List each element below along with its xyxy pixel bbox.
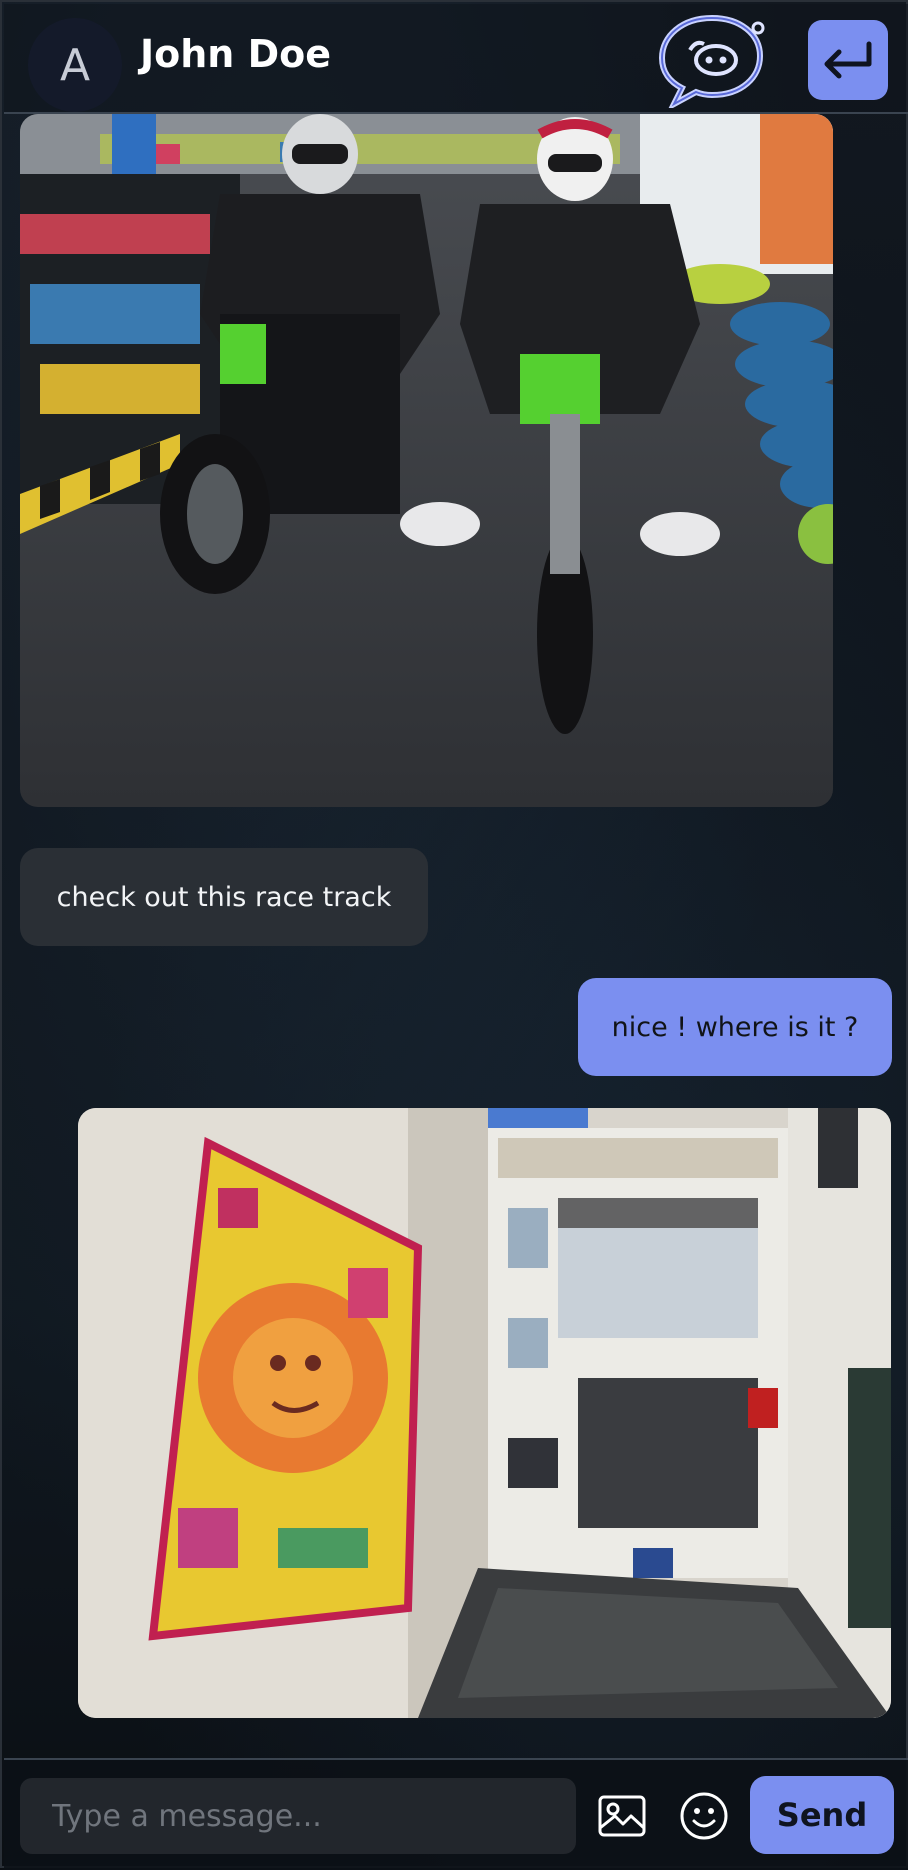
message-text: check out this race track bbox=[56, 881, 392, 913]
street-photo bbox=[78, 1108, 891, 1718]
chat-window: A John Doe check out this race track nic… bbox=[0, 0, 908, 1870]
send-button[interactable]: Send bbox=[750, 1776, 894, 1854]
message-image-street[interactable] bbox=[78, 1108, 891, 1718]
message-bubble-outgoing[interactable]: nice ! where is it ? bbox=[578, 978, 892, 1076]
message-text: nice ! where is it ? bbox=[611, 1011, 859, 1043]
message-composer: Send bbox=[4, 1758, 908, 1870]
message-bubble-incoming[interactable]: check out this race track bbox=[20, 848, 428, 946]
message-input[interactable] bbox=[20, 1778, 576, 1854]
chat-logo-icon bbox=[658, 14, 765, 108]
back-arrow-icon bbox=[824, 41, 872, 79]
race-track-photo bbox=[20, 114, 833, 807]
emoji-button[interactable] bbox=[674, 1786, 734, 1846]
chat-header: A John Doe bbox=[4, 4, 908, 114]
emoji-icon bbox=[680, 1792, 728, 1840]
contact-name: John Doe bbox=[140, 32, 332, 76]
back-button[interactable] bbox=[808, 20, 888, 100]
image-icon bbox=[598, 1795, 646, 1837]
avatar-initial: A bbox=[59, 39, 91, 91]
message-image-race-track[interactable] bbox=[20, 114, 833, 807]
message-list[interactable]: check out this race track nice ! where i… bbox=[2, 112, 908, 1757]
attach-image-button[interactable] bbox=[594, 1788, 650, 1844]
avatar[interactable]: A bbox=[28, 18, 122, 112]
